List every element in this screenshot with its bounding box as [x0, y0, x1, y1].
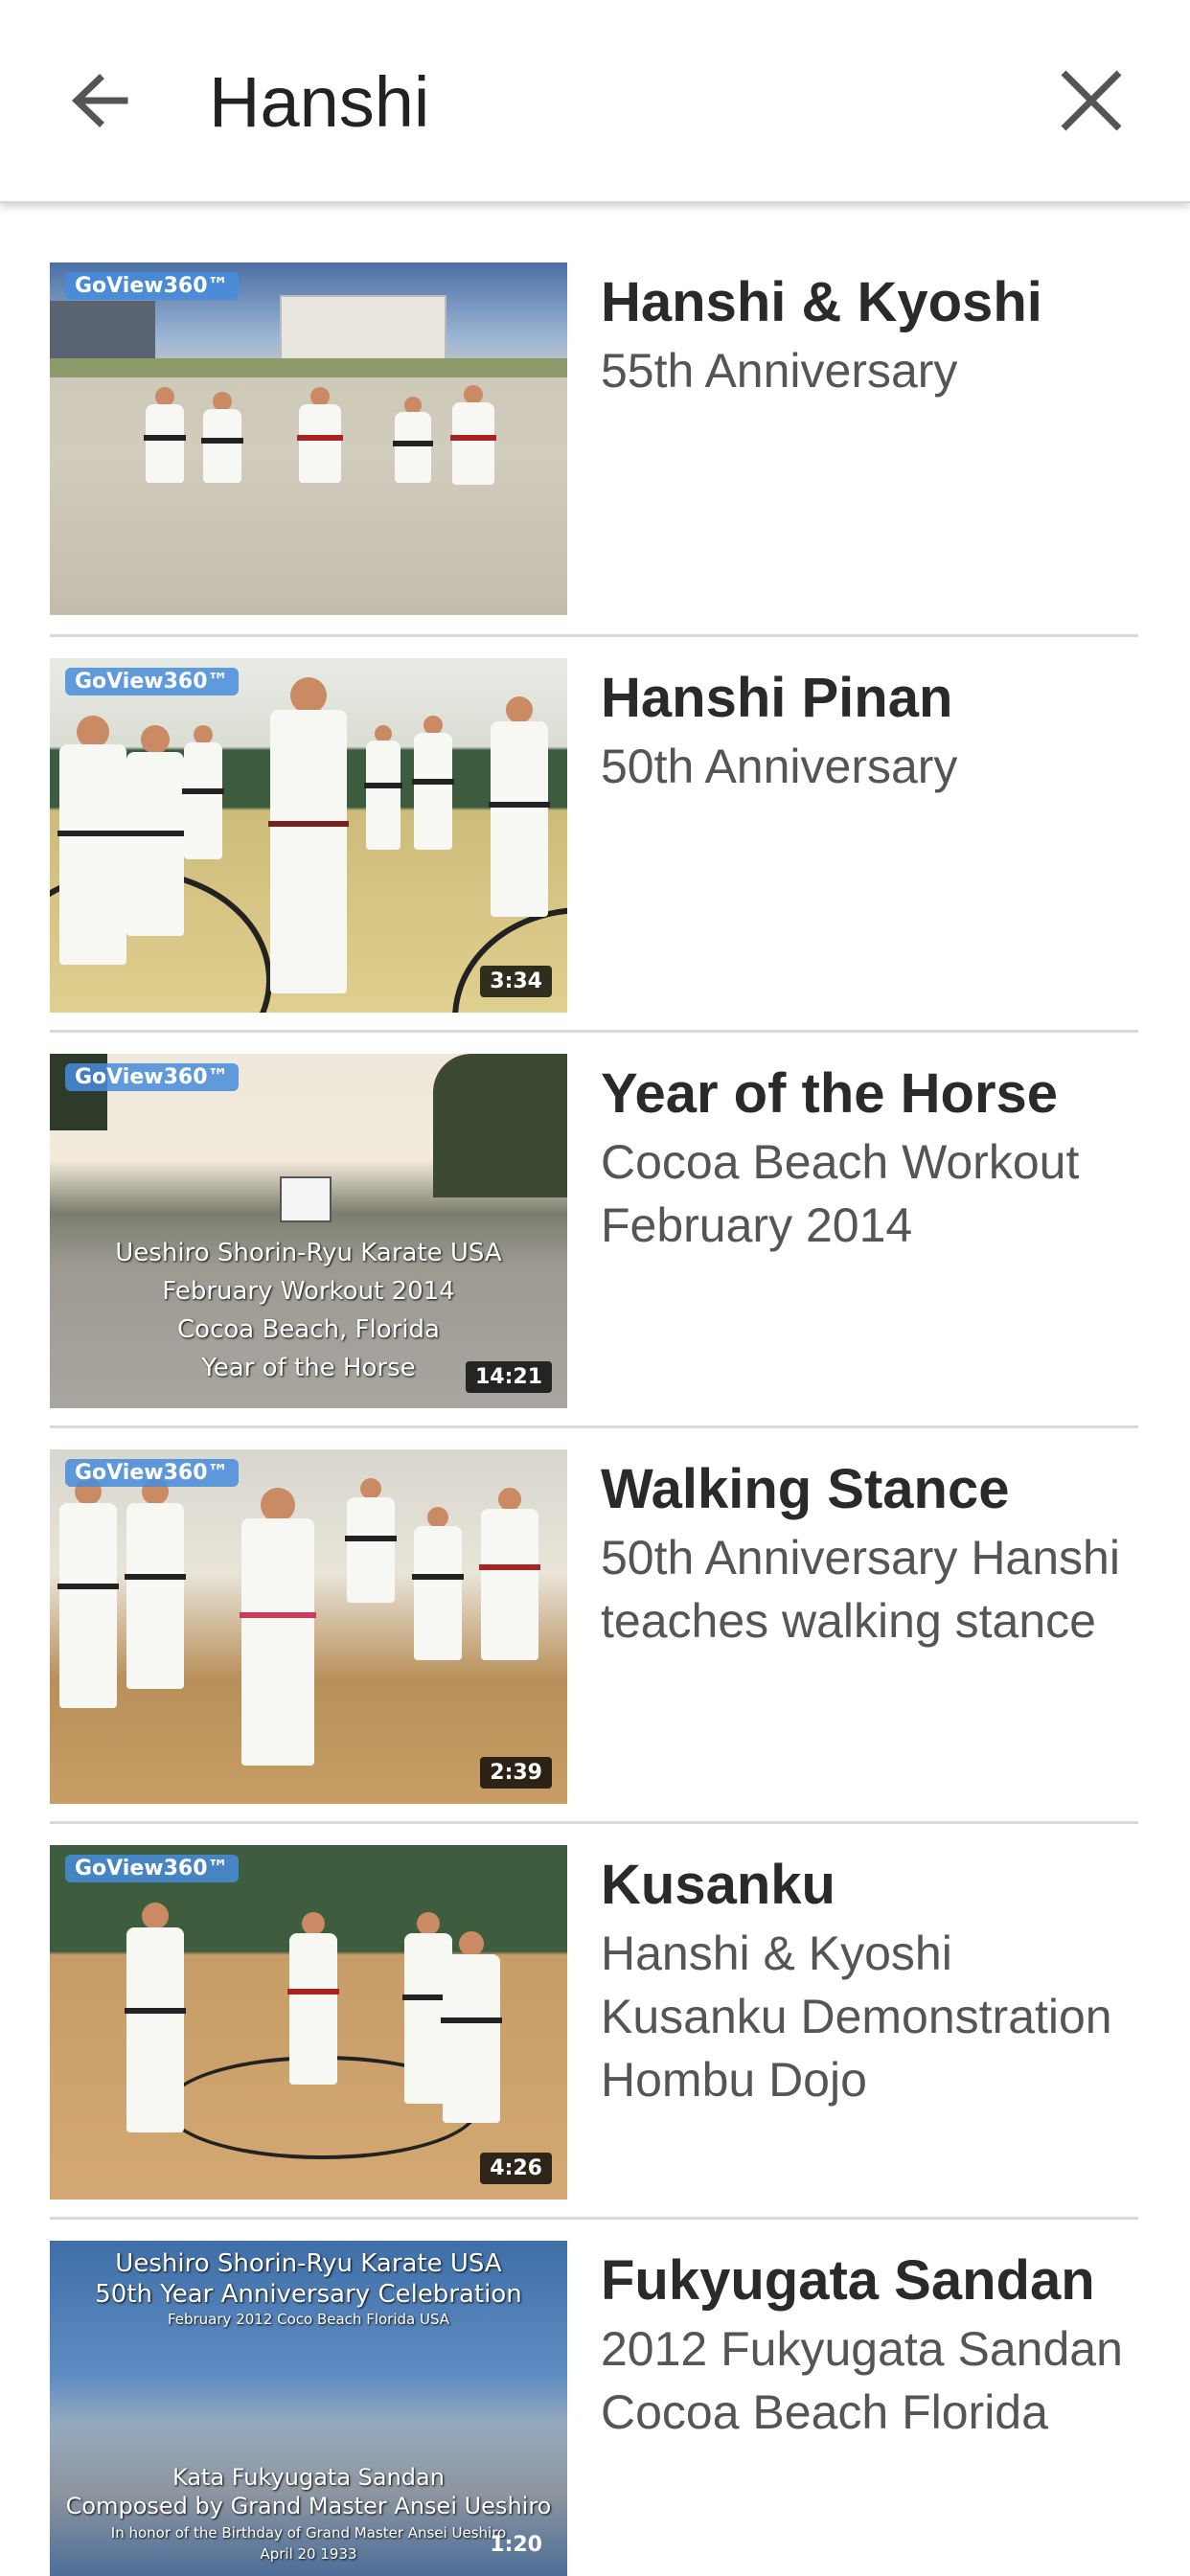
video-description: Cocoa Beach Workout February 2014 [601, 1135, 1080, 1252]
video-thumbnail[interactable]: GoView360™ 3:34 [50, 658, 567, 1013]
back-button[interactable] [59, 59, 142, 142]
close-icon [1061, 70, 1122, 131]
karateka-figure [287, 1912, 339, 2085]
video-title: Hanshi Pinan [601, 667, 953, 729]
caption-line: Composed by Grand Master Ansei Ueshiro [65, 2493, 552, 2519]
search-header [0, 0, 1190, 203]
list-item[interactable]: GoView360™ 4:26 Kusanku Hanshi & Kyoshi … [50, 1784, 1138, 2220]
karateka-figure [125, 1903, 186, 2132]
karateka-figure [489, 696, 550, 917]
karateka-figure [125, 725, 186, 936]
video-info: Walking Stance 50th Anniversary Hanshi t… [601, 1446, 1137, 1653]
karateka-figure [450, 385, 496, 485]
thumbnail-caption-top: Ueshiro Shorin-Ryu Karate USA 50th Year … [50, 2248, 567, 2329]
video-description: 50th Anniversary [601, 740, 958, 793]
list-item[interactable]: GoView360™ 3:34 Hanshi Pinan 50th Annive… [50, 597, 1138, 1033]
karateka-figure [240, 1488, 316, 1766]
caption-line: Kata Fukyugata Sandan [172, 2464, 445, 2491]
list-item[interactable]: Ueshiro Shorin-Ryu Karate USA February W… [50, 992, 1138, 1428]
karateka-figure [144, 387, 186, 483]
video-description: 2012 Fukyugata Sandan Cocoa Beach Florid… [601, 2322, 1123, 2439]
video-thumbnail[interactable]: Ueshiro Shorin-Ryu Karate USA February W… [50, 1054, 567, 1408]
caption-line: Ueshiro Shorin-Ryu Karate USA [115, 2249, 502, 2278]
caption-line: 50th Year Anniversary Celebration [95, 2280, 522, 2309]
video-thumbnail[interactable]: GoView360™ [50, 262, 567, 615]
karateka-figure [57, 1478, 119, 1708]
video-duration: 1:20 [490, 2533, 542, 2557]
clear-search-button[interactable] [1050, 59, 1133, 142]
video-title: Year of the Horse [601, 1062, 1059, 1125]
karateka-figure [125, 1478, 186, 1689]
search-input[interactable] [209, 54, 995, 149]
brand-badge: GoView360™ [65, 1459, 239, 1487]
video-description: 55th Anniversary [601, 344, 958, 398]
karateka-figure [182, 725, 224, 859]
video-info: Kusanku Hanshi & Kyoshi Kusanku Demonstr… [601, 1841, 1137, 2111]
video-title: Walking Stance [601, 1458, 1010, 1520]
caption-line: Cocoa Beach, Florida [177, 1315, 440, 1344]
karateka-figure [412, 1507, 464, 1660]
caption-line: February Workout 2014 [162, 1277, 455, 1306]
karateka-figure [364, 725, 402, 850]
karateka-figure [479, 1488, 540, 1660]
karateka-figure [297, 387, 343, 483]
karateka-figure [441, 1931, 502, 2123]
karateka-figure [268, 677, 349, 993]
brand-badge: GoView360™ [65, 1063, 239, 1091]
video-thumbnail[interactable]: Ueshiro Shorin-Ryu Karate USA 50th Year … [50, 2241, 567, 2576]
brand-badge: GoView360™ [65, 668, 239, 695]
video-info: Fukyugata Sandan 2012 Fukyugata Sandan C… [601, 2237, 1137, 2444]
caption-line: Ueshiro Shorin-Ryu Karate USA [115, 1239, 502, 1267]
video-thumbnail[interactable]: GoView360™ 2:39 [50, 1449, 567, 1804]
video-title: Hanshi & Kyoshi [601, 271, 1042, 333]
karateka-figure [393, 397, 433, 483]
video-description: 50th Anniversary Hanshi teaches walking … [601, 1531, 1120, 1648]
arrow-left-icon [71, 74, 128, 127]
video-info: Hanshi Pinan 50th Anniversary [601, 654, 1137, 798]
brand-badge: GoView360™ [65, 1855, 239, 1882]
caption-line: February 2012 Coco Beach Florida USA [167, 2311, 450, 2328]
video-title: Kusanku [601, 1854, 835, 1916]
list-item[interactable]: Ueshiro Shorin-Ryu Karate USA 50th Year … [50, 2179, 1138, 2576]
video-title: Fukyugata Sandan [601, 2249, 1095, 2312]
video-info: Hanshi & Kyoshi 55th Anniversary [601, 259, 1137, 402]
video-info: Year of the Horse Cocoa Beach Workout Fe… [601, 1050, 1137, 1257]
karateka-figure [201, 392, 243, 483]
brand-badge: GoView360™ [65, 272, 239, 300]
list-item[interactable]: GoView360™ Hanshi & Kyoshi 55th Annivers… [50, 201, 1138, 637]
karateka-figure [57, 716, 128, 965]
video-thumbnail[interactable]: GoView360™ 4:26 [50, 1845, 567, 2200]
karateka-figure [412, 716, 454, 850]
karateka-figure [345, 1478, 397, 1603]
video-description: Hanshi & Kyoshi Kusanku Demonstration Ho… [601, 1926, 1112, 2107]
list-item[interactable]: GoView360™ 2:39 Walking Stance 50th Anni… [50, 1388, 1138, 1824]
